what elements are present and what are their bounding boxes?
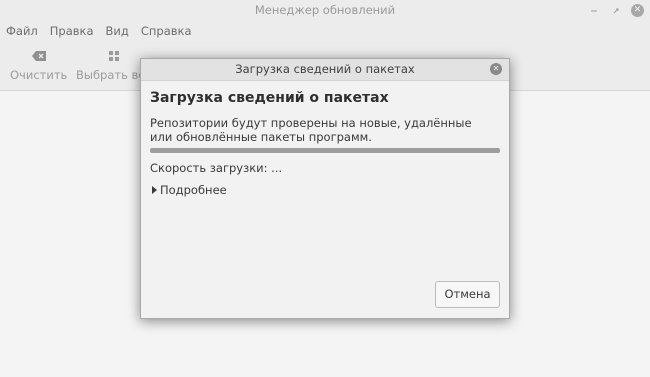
menu-view[interactable]: Вид <box>106 24 129 38</box>
clear-label: Очистить <box>10 68 68 82</box>
cancel-button[interactable]: Отмена <box>435 281 500 308</box>
window-titlebar: Менеджер обновлений ✕ <box>0 0 650 21</box>
details-label: Подробнее <box>160 183 227 197</box>
progress-bar <box>150 148 500 153</box>
loading-dialog: Загрузка сведений о пакетах ✕ Загрузка с… <box>140 58 510 319</box>
window-title: Менеджер обновлений <box>254 3 396 17</box>
minimize-icon[interactable] <box>587 4 601 18</box>
backspace-icon <box>31 51 46 61</box>
maximize-icon[interactable] <box>609 4 623 18</box>
grid-icon <box>108 51 119 61</box>
menu-edit[interactable]: Правка <box>50 24 94 38</box>
dialog-description: Репозитории будут проверены на новые, уд… <box>150 116 472 144</box>
menubar: Файл Правка Вид Справка <box>0 21 650 41</box>
menu-help[interactable]: Справка <box>141 24 192 38</box>
window-controls: ✕ <box>587 0 644 21</box>
clear-button[interactable]: Очистить <box>10 48 67 82</box>
dialog-titlebar: Загрузка сведений о пакетах ✕ <box>141 59 509 81</box>
dialog-heading: Загрузка сведений о пакетах <box>150 90 389 106</box>
dialog-close-icon[interactable]: ✕ <box>490 63 502 75</box>
details-expander[interactable]: Подробнее <box>152 183 227 197</box>
download-speed: Скорость загрузки: ... <box>150 161 283 175</box>
expander-arrow-icon <box>152 186 157 194</box>
menu-file[interactable]: Файл <box>6 24 38 38</box>
close-icon[interactable]: ✕ <box>631 4 644 17</box>
progress-fill <box>150 148 500 153</box>
dialog-title: Загрузка сведений о пакетах <box>235 62 415 76</box>
